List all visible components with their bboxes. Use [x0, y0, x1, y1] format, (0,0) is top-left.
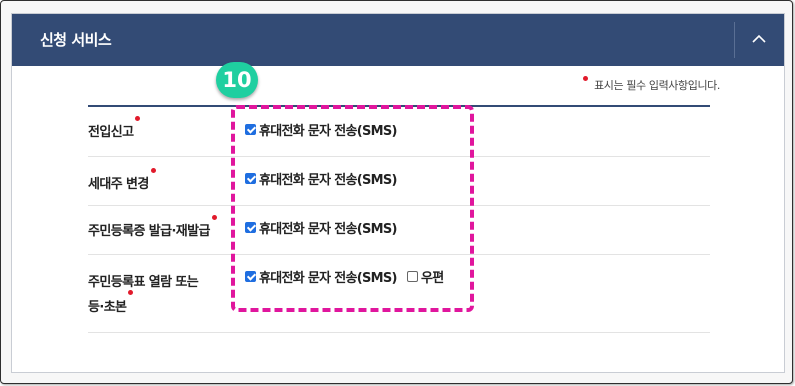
collapse-button[interactable]: [735, 14, 784, 66]
required-dot-icon: [211, 215, 217, 220]
required-dot-icon: [135, 116, 141, 121]
chevron-up-icon: [752, 34, 766, 43]
required-dot-icon: [150, 168, 156, 173]
row-label-head-change: 세대주 변경: [88, 168, 156, 192]
row-label-text: 등·초본: [88, 300, 127, 315]
row-label-text: 전입신고: [88, 125, 134, 140]
required-dot-icon: [128, 290, 134, 295]
required-note-text: 표시는 필수 입력사항입니다.: [594, 79, 720, 92]
highlight-annotation-box: [231, 105, 474, 312]
row-label-id-card: 주민등록증 발급·재발급: [88, 215, 217, 239]
required-note: 표시는 필수 입력사항입니다.: [583, 76, 720, 93]
row-label-text: 세대주 변경: [88, 177, 149, 192]
panel-header: 신청 서비스: [12, 14, 784, 66]
panel-title: 신청 서비스: [40, 31, 112, 49]
row-label-resident-record: 주민등록표 열람 또는 등·초본: [88, 270, 199, 320]
row-label-text: 주민등록증 발급·재발급: [88, 224, 210, 239]
row-label-move-in: 전입신고: [88, 116, 141, 140]
row-divider: [88, 332, 710, 333]
row-label-text: 주민등록표 열람 또는: [88, 275, 199, 290]
step-number-badge: 10: [216, 62, 258, 98]
